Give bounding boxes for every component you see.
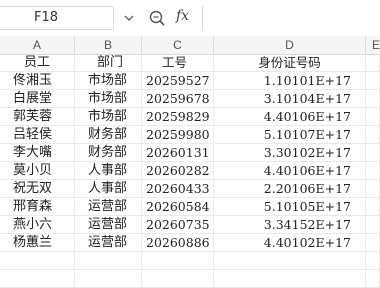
empty-cell[interactable] <box>366 144 380 161</box>
table-row: 祝无双 人事部 20260433 2.20106E+17 <box>0 180 380 198</box>
empty-cell[interactable] <box>366 216 380 233</box>
column-header-b[interactable]: B <box>75 36 142 54</box>
cell-id-number[interactable]: 5.10107E+17 <box>214 126 366 143</box>
cell-employee[interactable]: 吕轻侯 <box>0 126 75 143</box>
empty-cell[interactable] <box>366 234 380 251</box>
fx-button[interactable]: fx <box>176 8 189 24</box>
empty-cell[interactable] <box>366 252 380 269</box>
empty-cell[interactable] <box>366 108 380 125</box>
cell-id-number[interactable]: 3.30102E+17 <box>214 144 366 161</box>
zoom-function-icon[interactable] <box>148 9 166 27</box>
cell-department[interactable]: 市场部 <box>75 72 142 89</box>
cell-employee[interactable]: 李大嘴 <box>0 144 75 161</box>
cell-department[interactable]: 运营部 <box>75 198 142 215</box>
table-row: 郭芙蓉 市场部 20259829 4.40106E+17 <box>0 108 380 126</box>
cell-employee-id[interactable]: 20260433 <box>142 180 214 197</box>
cell-id-number[interactable]: 4.40106E+17 <box>214 162 366 179</box>
empty-cell[interactable] <box>142 270 214 287</box>
empty-cell[interactable] <box>366 126 380 143</box>
table-row: 李大嘴 财务部 20260131 3.30102E+17 <box>0 144 380 162</box>
cell-employee-id[interactable]: 20260584 <box>142 198 214 215</box>
cell-employee-id[interactable]: 20259527 <box>142 72 214 89</box>
empty-cell[interactable] <box>366 54 380 71</box>
empty-cell[interactable] <box>366 198 380 215</box>
empty-cell[interactable] <box>214 270 366 287</box>
cell-department[interactable]: 财务部 <box>75 126 142 143</box>
header-id-number[interactable]: 身份证号码 <box>214 54 366 71</box>
cell-employee[interactable]: 邢育森 <box>0 198 75 215</box>
cell-employee-id[interactable]: 20259678 <box>142 90 214 107</box>
cell-id-number[interactable]: 4.40102E+17 <box>214 234 366 251</box>
cell-employee-id[interactable]: 20259829 <box>142 108 214 125</box>
cell-department[interactable]: 运营部 <box>75 216 142 233</box>
cell-employee[interactable]: 白展堂 <box>0 90 75 107</box>
empty-cell[interactable] <box>214 252 366 269</box>
cell-department[interactable]: 市场部 <box>75 108 142 125</box>
table-row: 吕轻侯 财务部 20259980 5.10107E+17 <box>0 126 380 144</box>
empty-cell[interactable] <box>0 252 75 269</box>
empty-cell[interactable] <box>75 252 142 269</box>
name-box[interactable]: F18 <box>0 6 114 30</box>
column-header-d[interactable]: D <box>214 36 366 54</box>
empty-cell[interactable] <box>142 252 214 269</box>
chevron-down-icon[interactable] <box>122 11 136 25</box>
empty-cell[interactable] <box>0 270 75 287</box>
empty-cell[interactable] <box>366 270 380 287</box>
empty-cell[interactable] <box>366 162 380 179</box>
empty-cell[interactable] <box>366 90 380 107</box>
empty-cell[interactable] <box>366 180 380 197</box>
table-row: 白展堂 市场部 20259678 3.10104E+17 <box>0 90 380 108</box>
cell-employee[interactable]: 祝无双 <box>0 180 75 197</box>
cell-employee-id[interactable]: 20259980 <box>142 126 214 143</box>
table-row: 佟湘玉 市场部 20259527 1.10101E+17 <box>0 72 380 90</box>
cell-employee[interactable]: 佟湘玉 <box>0 72 75 89</box>
header-department[interactable]: 部门 <box>75 54 142 71</box>
table-header-row: 员工 部门 工号 身份证号码 <box>0 54 380 72</box>
cell-department[interactable]: 市场部 <box>75 90 142 107</box>
cell-department[interactable]: 运营部 <box>75 234 142 251</box>
column-header-e[interactable]: E <box>366 36 380 54</box>
cell-employee-id[interactable]: 20260886 <box>142 234 214 251</box>
formula-bar: F18 fx <box>0 0 380 37</box>
cell-department[interactable]: 财务部 <box>75 144 142 161</box>
cell-id-number[interactable]: 3.34152E+17 <box>214 216 366 233</box>
table-row: 邢育森 运营部 20260584 5.10105E+17 <box>0 198 380 216</box>
empty-row <box>0 252 380 270</box>
cell-department[interactable]: 人事部 <box>75 162 142 179</box>
formula-input[interactable] <box>202 6 380 30</box>
header-employee[interactable]: 员工 <box>0 54 75 71</box>
empty-cell[interactable] <box>366 72 380 89</box>
header-employee-id[interactable]: 工号 <box>142 54 214 71</box>
cell-employee[interactable]: 燕小六 <box>0 216 75 233</box>
empty-row <box>0 270 380 288</box>
table-row: 莫小贝 人事部 20260282 4.40106E+17 <box>0 162 380 180</box>
cell-id-number[interactable]: 5.10105E+17 <box>214 198 366 215</box>
cell-department[interactable]: 人事部 <box>75 180 142 197</box>
cell-reference: F18 <box>34 10 59 25</box>
table-row: 燕小六 运营部 20260735 3.34152E+17 <box>0 216 380 234</box>
cell-employee[interactable]: 郭芙蓉 <box>0 108 75 125</box>
cell-id-number[interactable]: 4.40106E+17 <box>214 108 366 125</box>
cell-employee-id[interactable]: 20260282 <box>142 162 214 179</box>
cell-id-number[interactable]: 2.20106E+17 <box>214 180 366 197</box>
cell-id-number[interactable]: 1.10101E+17 <box>214 72 366 89</box>
cell-employee[interactable]: 莫小贝 <box>0 162 75 179</box>
cell-employee-id[interactable]: 20260131 <box>142 144 214 161</box>
column-header-row: A B C D E <box>0 36 380 55</box>
empty-cell[interactable] <box>75 270 142 287</box>
table-row: 杨蕙兰 运营部 20260886 4.40102E+17 <box>0 234 380 252</box>
column-header-a[interactable]: A <box>0 36 75 54</box>
column-header-c[interactable]: C <box>142 36 214 54</box>
cell-id-number[interactable]: 3.10104E+17 <box>214 90 366 107</box>
cell-employee-id[interactable]: 20260735 <box>142 216 214 233</box>
cell-employee[interactable]: 杨蕙兰 <box>0 234 75 251</box>
